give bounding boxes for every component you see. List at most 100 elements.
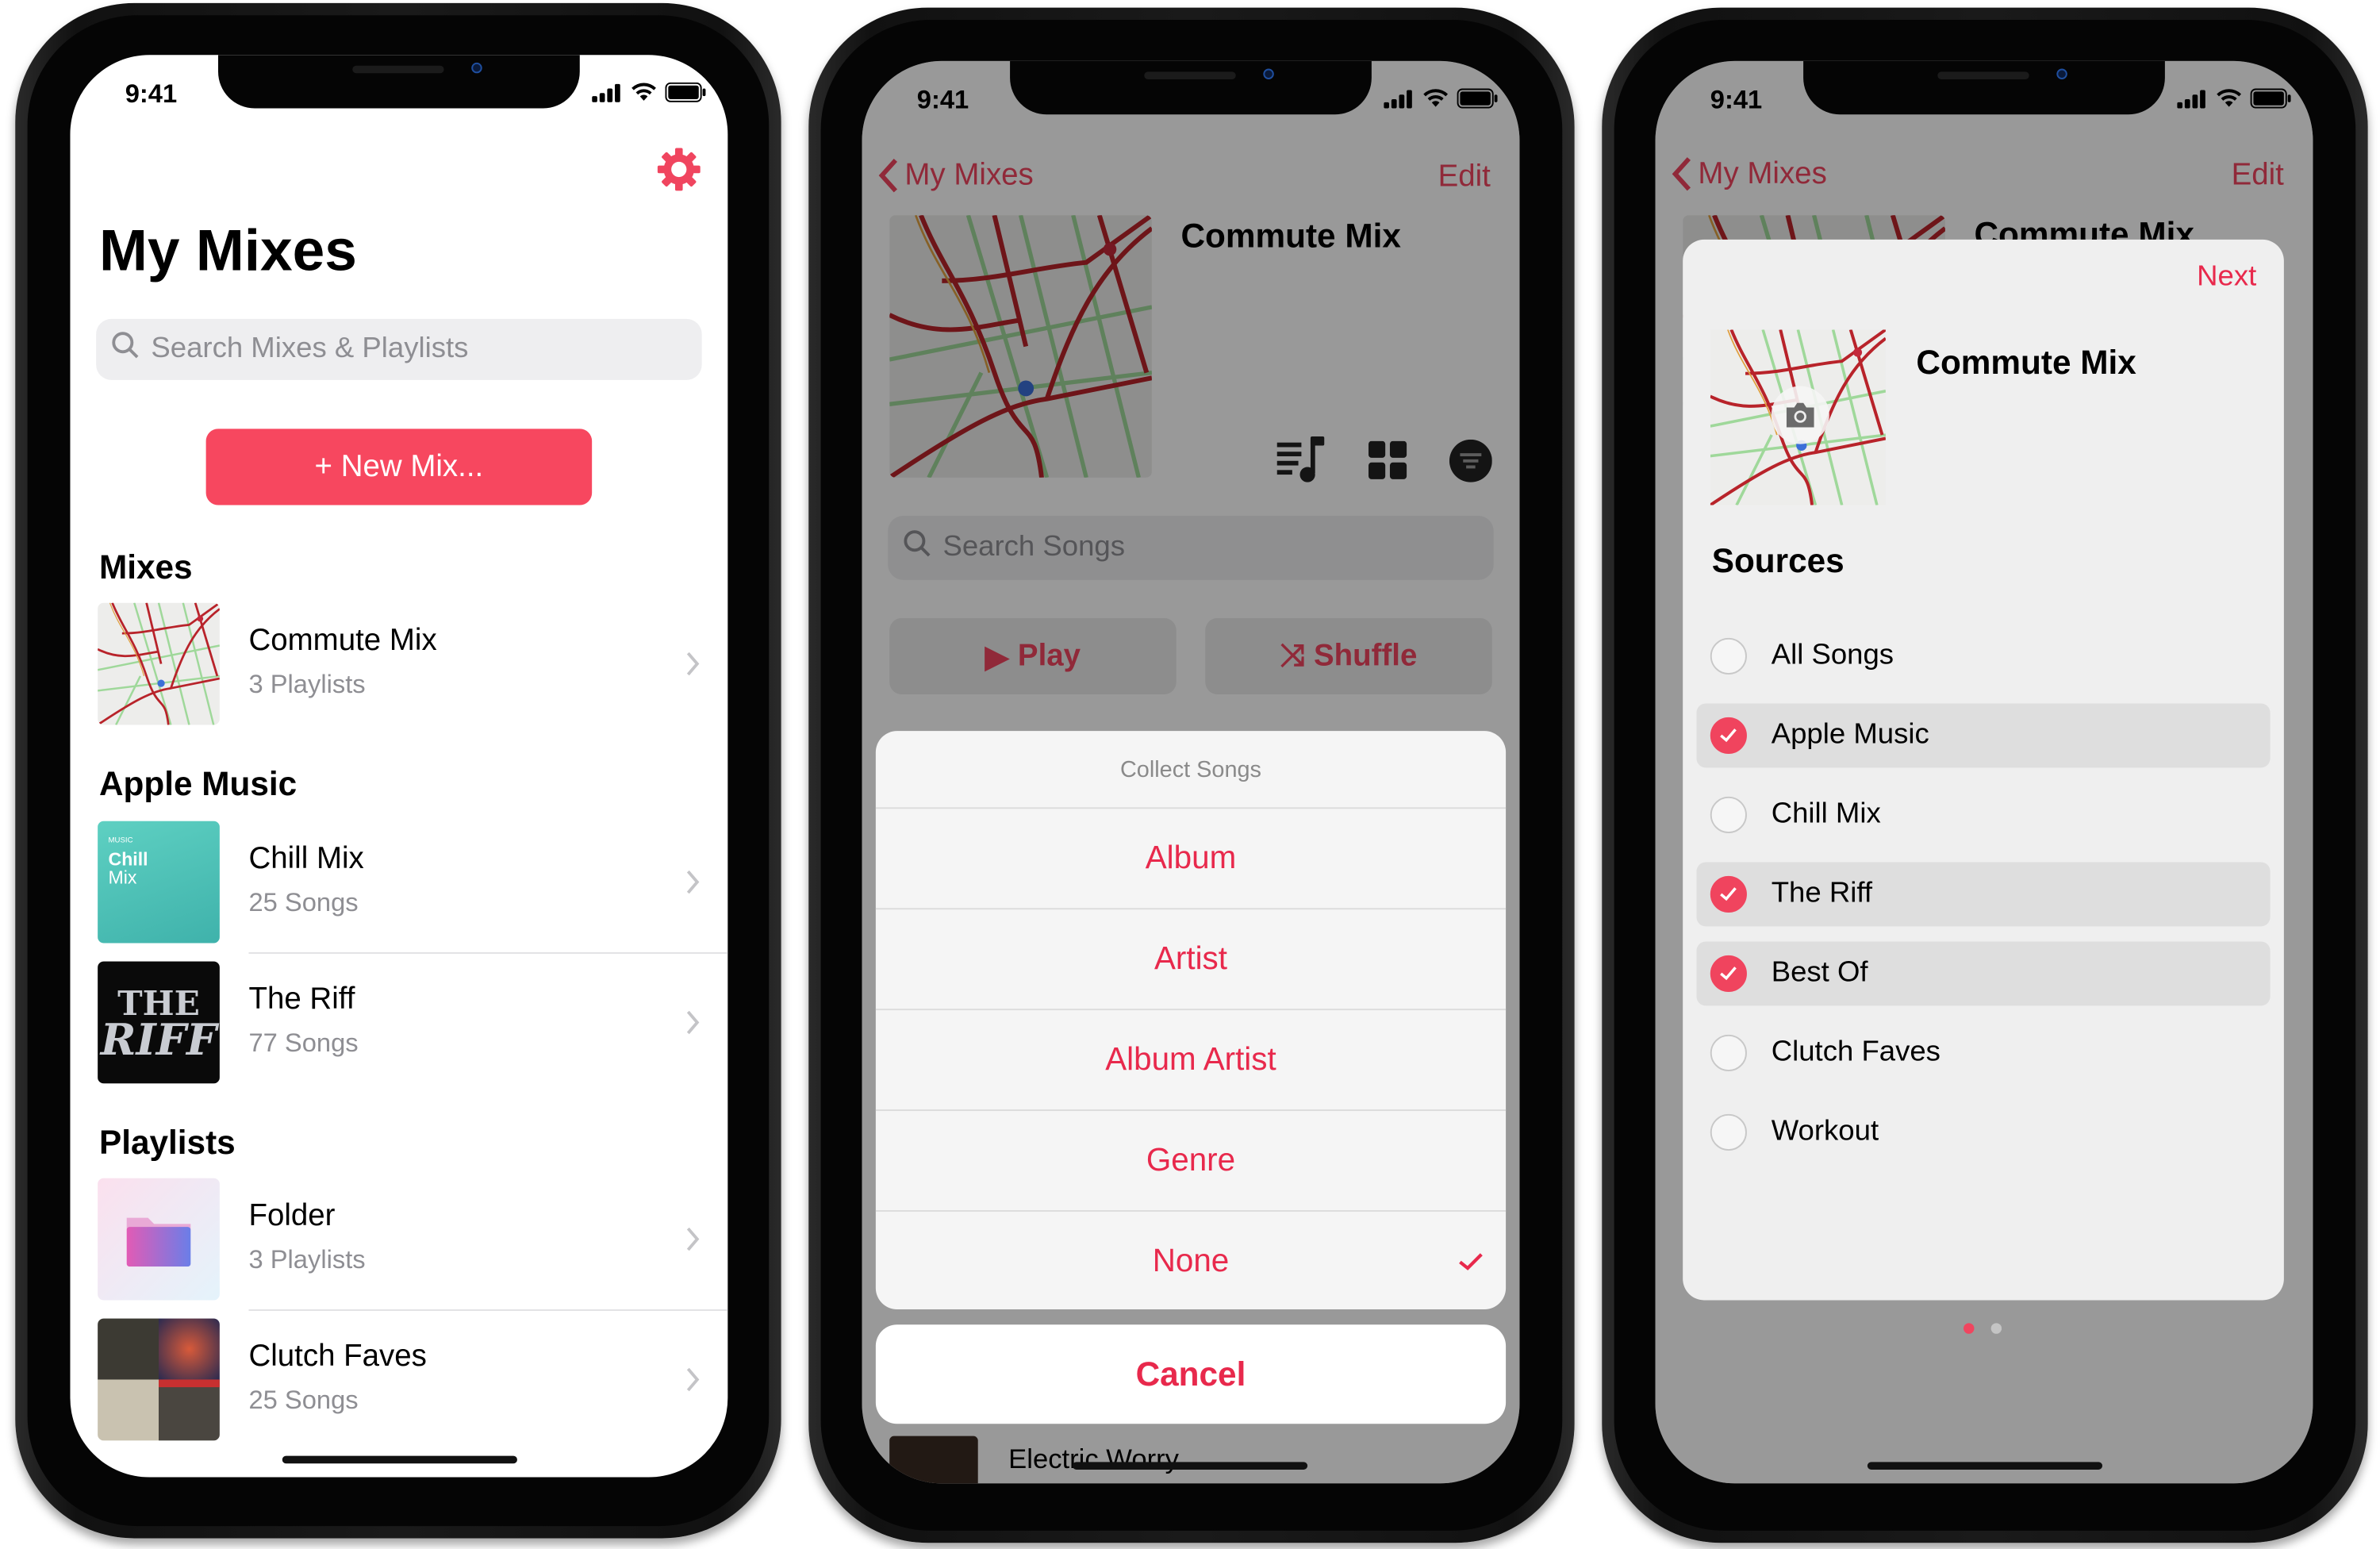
notch: [1803, 60, 2165, 115]
sheet-option[interactable]: Genre: [875, 1109, 1507, 1210]
stage: 9:41 My Mixes Search Mixes & Playlists +…: [0, 0, 2380, 1549]
unchecked-circle-icon[interactable]: [1710, 796, 1747, 834]
wifi-icon: [1423, 89, 1449, 107]
playlist-artwork: [98, 602, 220, 725]
page-title: My Mixes: [99, 219, 357, 284]
section-header: Playlists: [99, 1123, 236, 1162]
section-header: Mixes: [99, 548, 193, 586]
battery-icon: [665, 82, 706, 102]
item-title: Chill Mix: [248, 842, 364, 876]
cancel-button[interactable]: Cancel: [875, 1324, 1507, 1424]
home-indicator[interactable]: [1867, 1462, 2103, 1470]
list-item[interactable]: MUSIC Chill Mix Chill Mix 25 Songs: [70, 821, 727, 944]
chevron-right-icon: [686, 870, 700, 894]
sheet-option[interactable]: Artist: [875, 908, 1507, 1009]
list-item[interactable]: Clutch Faves 25 Songs: [70, 1318, 727, 1441]
list-item[interactable]: THE RIFF The Riff 77 Songs: [70, 961, 727, 1084]
divider: [248, 1309, 728, 1311]
item-subtitle: 25 Songs: [248, 888, 359, 917]
signal-icon: [592, 83, 620, 102]
new-mix-card: Next Commute Mix Sources All Songs Apple…: [1683, 239, 2284, 1334]
source-row[interactable]: Best Of: [1696, 941, 2271, 1006]
divider: [248, 952, 728, 954]
wifi-icon: [631, 83, 656, 101]
status-time: 9:41: [916, 85, 969, 115]
signal-icon: [1384, 89, 1412, 108]
source-label: Chill Mix: [1771, 798, 1881, 831]
search-input[interactable]: Search Mixes & Playlists: [96, 318, 702, 380]
wifi-icon: [2217, 89, 2242, 107]
unchecked-circle-icon[interactable]: [1710, 637, 1747, 675]
art-brand: MUSIC: [108, 836, 133, 846]
art-line2: Mix: [108, 867, 137, 889]
item-title: Clutch Faves: [248, 1340, 427, 1374]
battery-icon: [2250, 88, 2291, 109]
camera-icon[interactable]: [1771, 386, 1829, 444]
source-row[interactable]: Clutch Faves: [1696, 1021, 2270, 1086]
sources-header: Sources: [1711, 541, 1844, 580]
item-subtitle: 3 Playlists: [248, 670, 366, 699]
playlist-artwork: MUSIC Chill Mix: [98, 821, 220, 944]
source-row[interactable]: Apple Music: [1696, 703, 2271, 768]
chevron-right-icon: [686, 1010, 700, 1035]
source-label: All Songs: [1771, 639, 1894, 672]
option-label: Album Artist: [1105, 1041, 1276, 1077]
search-icon: [111, 331, 139, 367]
page-dot[interactable]: [1990, 1323, 2002, 1334]
screen-new-mix-sources: 9:41 My Mixes Edit Commute Mix Next Comm…: [1655, 60, 2313, 1484]
art-line2: RIFF: [100, 1014, 217, 1066]
collect-songs-sheet: Collect Songs Album Artist Album Artist Gen…: [875, 731, 1507, 1310]
item-title: The Riff: [248, 982, 355, 1017]
home-indicator[interactable]: [282, 1455, 517, 1464]
gear-icon[interactable]: [656, 147, 702, 193]
item-subtitle: 77 Songs: [248, 1028, 359, 1058]
new-mix-button[interactable]: + New Mix...: [205, 429, 593, 505]
source-label: The Riff: [1771, 877, 1873, 910]
checked-circle-icon[interactable]: [1710, 875, 1747, 913]
next-button[interactable]: Next: [2197, 261, 2256, 294]
signal-icon: [2177, 89, 2205, 108]
playlist-artwork: [98, 1178, 220, 1301]
checked-circle-icon[interactable]: [1710, 955, 1747, 993]
source-row[interactable]: Workout: [1696, 1101, 2270, 1165]
option-label: None: [1152, 1243, 1230, 1278]
source-row[interactable]: The Riff: [1696, 862, 2271, 927]
source-row[interactable]: All Songs: [1696, 625, 2270, 689]
source-label: Best Of: [1771, 956, 1868, 990]
page-indicator[interactable]: [1964, 1323, 2002, 1334]
chevron-right-icon: [686, 1227, 700, 1251]
folder-icon: [126, 1217, 191, 1267]
search-placeholder: Search Mixes & Playlists: [151, 332, 469, 365]
item-title: Commute Mix: [248, 624, 437, 658]
art-line1: Chill: [108, 848, 148, 871]
list-item[interactable]: Commute Mix 3 Playlists: [70, 602, 727, 725]
status-time: 9:41: [1710, 85, 1763, 115]
source-row[interactable]: Chill Mix: [1696, 783, 2270, 848]
list-item[interactable]: Folder 3 Playlists: [70, 1178, 727, 1301]
item-title: Folder: [248, 1199, 336, 1233]
home-indicator[interactable]: [1072, 1462, 1308, 1470]
status-time: 9:41: [125, 79, 178, 109]
section-header: Apple Music: [99, 764, 298, 803]
sheet-option[interactable]: Album Artist: [875, 1009, 1507, 1109]
page-dot[interactable]: [1964, 1323, 1975, 1334]
screen-my-mixes: 9:41 My Mixes Search Mixes & Playlists +…: [70, 55, 728, 1478]
sheet-option[interactable]: Album: [875, 807, 1507, 908]
sheet-title: Collect Songs: [1119, 755, 1261, 782]
status-bar-icons: [1384, 88, 1498, 109]
status-bar-icons: [2177, 88, 2291, 109]
option-label: Album: [1145, 840, 1237, 875]
map-image: [98, 602, 220, 725]
option-label: Genre: [1146, 1142, 1236, 1178]
unchecked-circle-icon[interactable]: [1710, 1113, 1747, 1151]
status-bar-icons: [592, 82, 706, 102]
option-label: Artist: [1154, 940, 1227, 976]
screen-mix-detail: 9:41 My Mixes Edit Commute Mix Search So…: [862, 60, 1520, 1484]
item-subtitle: 3 Playlists: [248, 1245, 366, 1274]
mix-title: Commute Mix: [1916, 343, 2136, 382]
checked-circle-icon[interactable]: [1710, 717, 1747, 755]
source-label: Apple Music: [1771, 718, 1929, 751]
sheet-option[interactable]: None: [875, 1210, 1507, 1309]
chevron-right-icon: [686, 652, 700, 676]
unchecked-circle-icon[interactable]: [1710, 1034, 1747, 1072]
